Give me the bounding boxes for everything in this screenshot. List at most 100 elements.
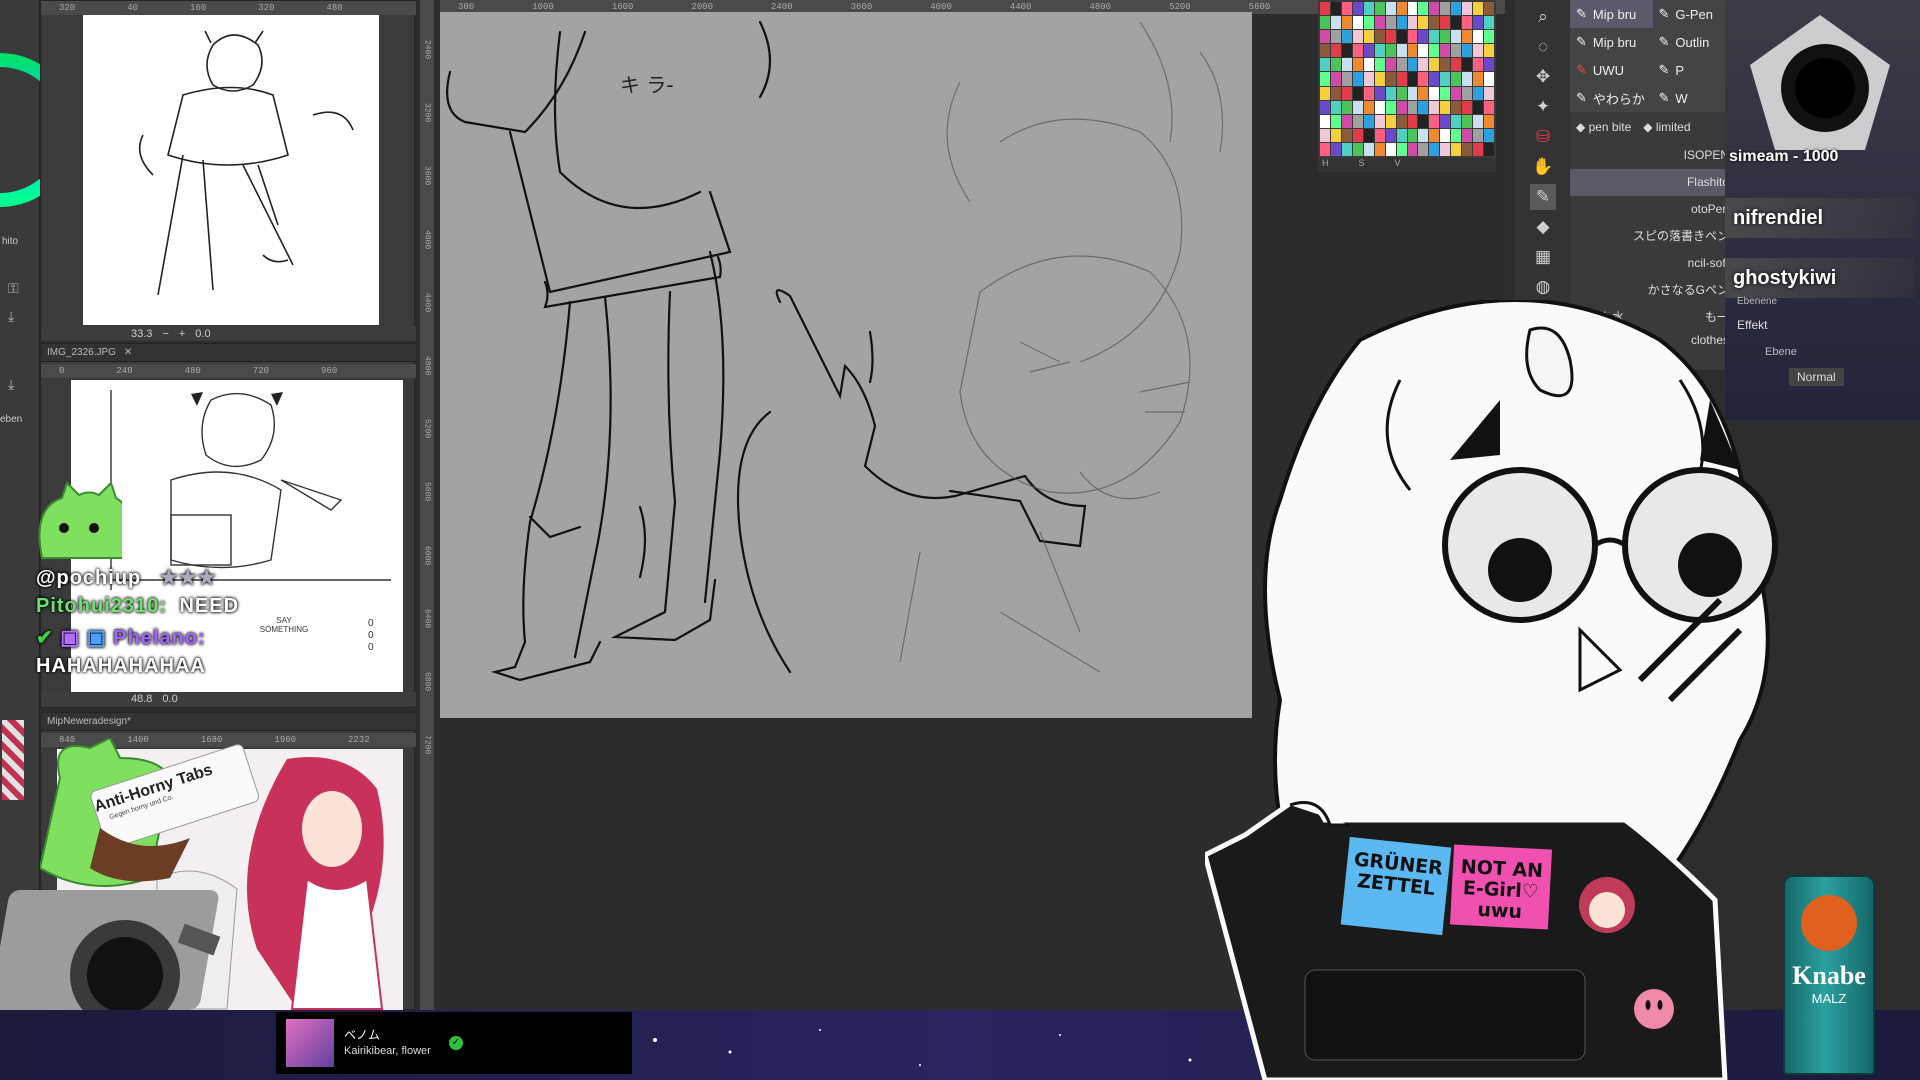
color-swatch[interactable] bbox=[1385, 128, 1396, 142]
color-swatch[interactable] bbox=[1451, 30, 1462, 44]
color-swatch[interactable] bbox=[1429, 16, 1440, 30]
eraser-icon[interactable]: ◆ bbox=[1530, 214, 1556, 240]
color-swatch[interactable] bbox=[1330, 2, 1341, 16]
brush-group-tab[interactable]: ◆ pen bite bbox=[1576, 120, 1631, 134]
color-swatch[interactable] bbox=[1462, 58, 1473, 72]
color-swatch[interactable] bbox=[1462, 100, 1473, 114]
color-swatch[interactable] bbox=[1440, 44, 1451, 58]
color-swatch[interactable] bbox=[1320, 30, 1330, 44]
brush-group-tab[interactable]: ◆ limited bbox=[1643, 120, 1690, 134]
color-swatch[interactable] bbox=[1385, 114, 1396, 128]
color-swatch[interactable] bbox=[1451, 16, 1462, 30]
color-swatch[interactable] bbox=[1473, 2, 1484, 16]
color-swatch[interactable] bbox=[1429, 72, 1440, 86]
color-swatch[interactable] bbox=[1341, 30, 1352, 44]
close-icon[interactable]: ✕ bbox=[124, 347, 132, 358]
color-swatch[interactable] bbox=[1462, 86, 1473, 100]
color-swatch[interactable] bbox=[1440, 30, 1451, 44]
color-swatch[interactable] bbox=[1341, 114, 1352, 128]
color-swatch[interactable] bbox=[1440, 86, 1451, 100]
color-swatch[interactable] bbox=[1396, 58, 1407, 72]
color-swatch[interactable] bbox=[1451, 114, 1462, 128]
color-swatch[interactable] bbox=[1330, 58, 1341, 72]
color-swatch[interactable] bbox=[1374, 142, 1385, 156]
color-swatch[interactable] bbox=[1341, 72, 1352, 86]
color-swatch[interactable] bbox=[1320, 72, 1330, 86]
color-swatch[interactable] bbox=[1320, 100, 1330, 114]
color-swatch[interactable] bbox=[1396, 114, 1407, 128]
color-swatch[interactable] bbox=[1407, 16, 1418, 30]
color-swatch[interactable] bbox=[1473, 30, 1484, 44]
color-swatch[interactable] bbox=[1407, 100, 1418, 114]
color-swatch[interactable] bbox=[1385, 16, 1396, 30]
color-swatch[interactable] bbox=[1429, 86, 1440, 100]
color-swatch[interactable] bbox=[1374, 128, 1385, 142]
color-swatch[interactable] bbox=[1352, 2, 1363, 16]
color-swatch[interactable] bbox=[1462, 128, 1473, 142]
color-swatch[interactable] bbox=[1418, 30, 1429, 44]
color-swatch[interactable] bbox=[1407, 44, 1418, 58]
bucket-icon[interactable]: ⛁ bbox=[1530, 124, 1556, 150]
sub-brush-item[interactable]: Flashito bbox=[1570, 169, 1729, 196]
color-swatch[interactable] bbox=[1407, 58, 1418, 72]
brush-item[interactable]: ✎ Mip bru bbox=[1570, 28, 1653, 56]
color-swatch[interactable] bbox=[1352, 142, 1363, 156]
color-swatch[interactable] bbox=[1451, 142, 1462, 156]
color-swatch[interactable] bbox=[1451, 2, 1462, 16]
color-swatch[interactable] bbox=[1407, 72, 1418, 86]
color-swatch[interactable] bbox=[1363, 114, 1374, 128]
color-swatch[interactable] bbox=[1418, 86, 1429, 100]
color-swatch[interactable] bbox=[1451, 86, 1462, 100]
color-swatch[interactable] bbox=[1484, 44, 1494, 58]
color-swatch[interactable] bbox=[1374, 16, 1385, 30]
color-swatch[interactable] bbox=[1484, 72, 1494, 86]
color-swatch[interactable] bbox=[1363, 100, 1374, 114]
color-swatch[interactable] bbox=[1473, 16, 1484, 30]
color-swatch[interactable] bbox=[1396, 72, 1407, 86]
brush-item[interactable]: ✎ P bbox=[1653, 56, 1736, 84]
color-swatch[interactable] bbox=[1440, 142, 1451, 156]
color-swatch[interactable] bbox=[1374, 2, 1385, 16]
color-swatch[interactable] bbox=[1363, 128, 1374, 142]
color-swatch[interactable] bbox=[1363, 30, 1374, 44]
color-swatch[interactable] bbox=[1363, 86, 1374, 100]
color-swatch[interactable] bbox=[1363, 2, 1374, 16]
color-swatch[interactable] bbox=[1484, 128, 1494, 142]
color-swatch[interactable] bbox=[1352, 128, 1363, 142]
color-swatch[interactable] bbox=[1374, 44, 1385, 58]
color-swatch[interactable] bbox=[1320, 142, 1330, 156]
color-swatch[interactable] bbox=[1352, 86, 1363, 100]
color-swatch[interactable] bbox=[1385, 100, 1396, 114]
color-swatch[interactable] bbox=[1451, 58, 1462, 72]
color-swatch[interactable] bbox=[1484, 58, 1494, 72]
color-swatch[interactable] bbox=[1320, 114, 1330, 128]
color-swatch[interactable] bbox=[1352, 114, 1363, 128]
download-icon[interactable]: ⤓ bbox=[8, 376, 14, 393]
color-swatch[interactable] bbox=[1429, 2, 1440, 16]
color-swatch[interactable] bbox=[1352, 30, 1363, 44]
color-swatch[interactable] bbox=[1396, 44, 1407, 58]
color-swatch[interactable] bbox=[1440, 72, 1451, 86]
color-swatch[interactable] bbox=[1330, 142, 1341, 156]
color-swatch[interactable] bbox=[1407, 142, 1418, 156]
color-swatch[interactable] bbox=[1462, 44, 1473, 58]
color-swatch[interactable] bbox=[1473, 86, 1484, 100]
color-swatch[interactable] bbox=[1396, 2, 1407, 16]
color-swatch[interactable] bbox=[1429, 100, 1440, 114]
color-swatch[interactable] bbox=[1352, 100, 1363, 114]
sparkle-icon[interactable]: ✦ bbox=[1530, 94, 1556, 120]
color-swatch[interactable] bbox=[1473, 72, 1484, 86]
color-swatch[interactable] bbox=[1484, 86, 1494, 100]
color-swatch[interactable] bbox=[1396, 128, 1407, 142]
color-swatch[interactable] bbox=[1473, 114, 1484, 128]
color-swatch[interactable] bbox=[1320, 44, 1330, 58]
color-swatch[interactable] bbox=[1385, 142, 1396, 156]
color-swatch[interactable] bbox=[1385, 72, 1396, 86]
color-swatch[interactable] bbox=[1396, 142, 1407, 156]
color-swatch[interactable] bbox=[1473, 44, 1484, 58]
brush-item[interactable]: ✎ G-Pen bbox=[1653, 0, 1736, 28]
drawing-canvas[interactable]: キ ラ- bbox=[440, 12, 1252, 718]
color-swatch[interactable] bbox=[1451, 44, 1462, 58]
color-swatch[interactable] bbox=[1440, 114, 1451, 128]
color-swatch[interactable] bbox=[1462, 142, 1473, 156]
